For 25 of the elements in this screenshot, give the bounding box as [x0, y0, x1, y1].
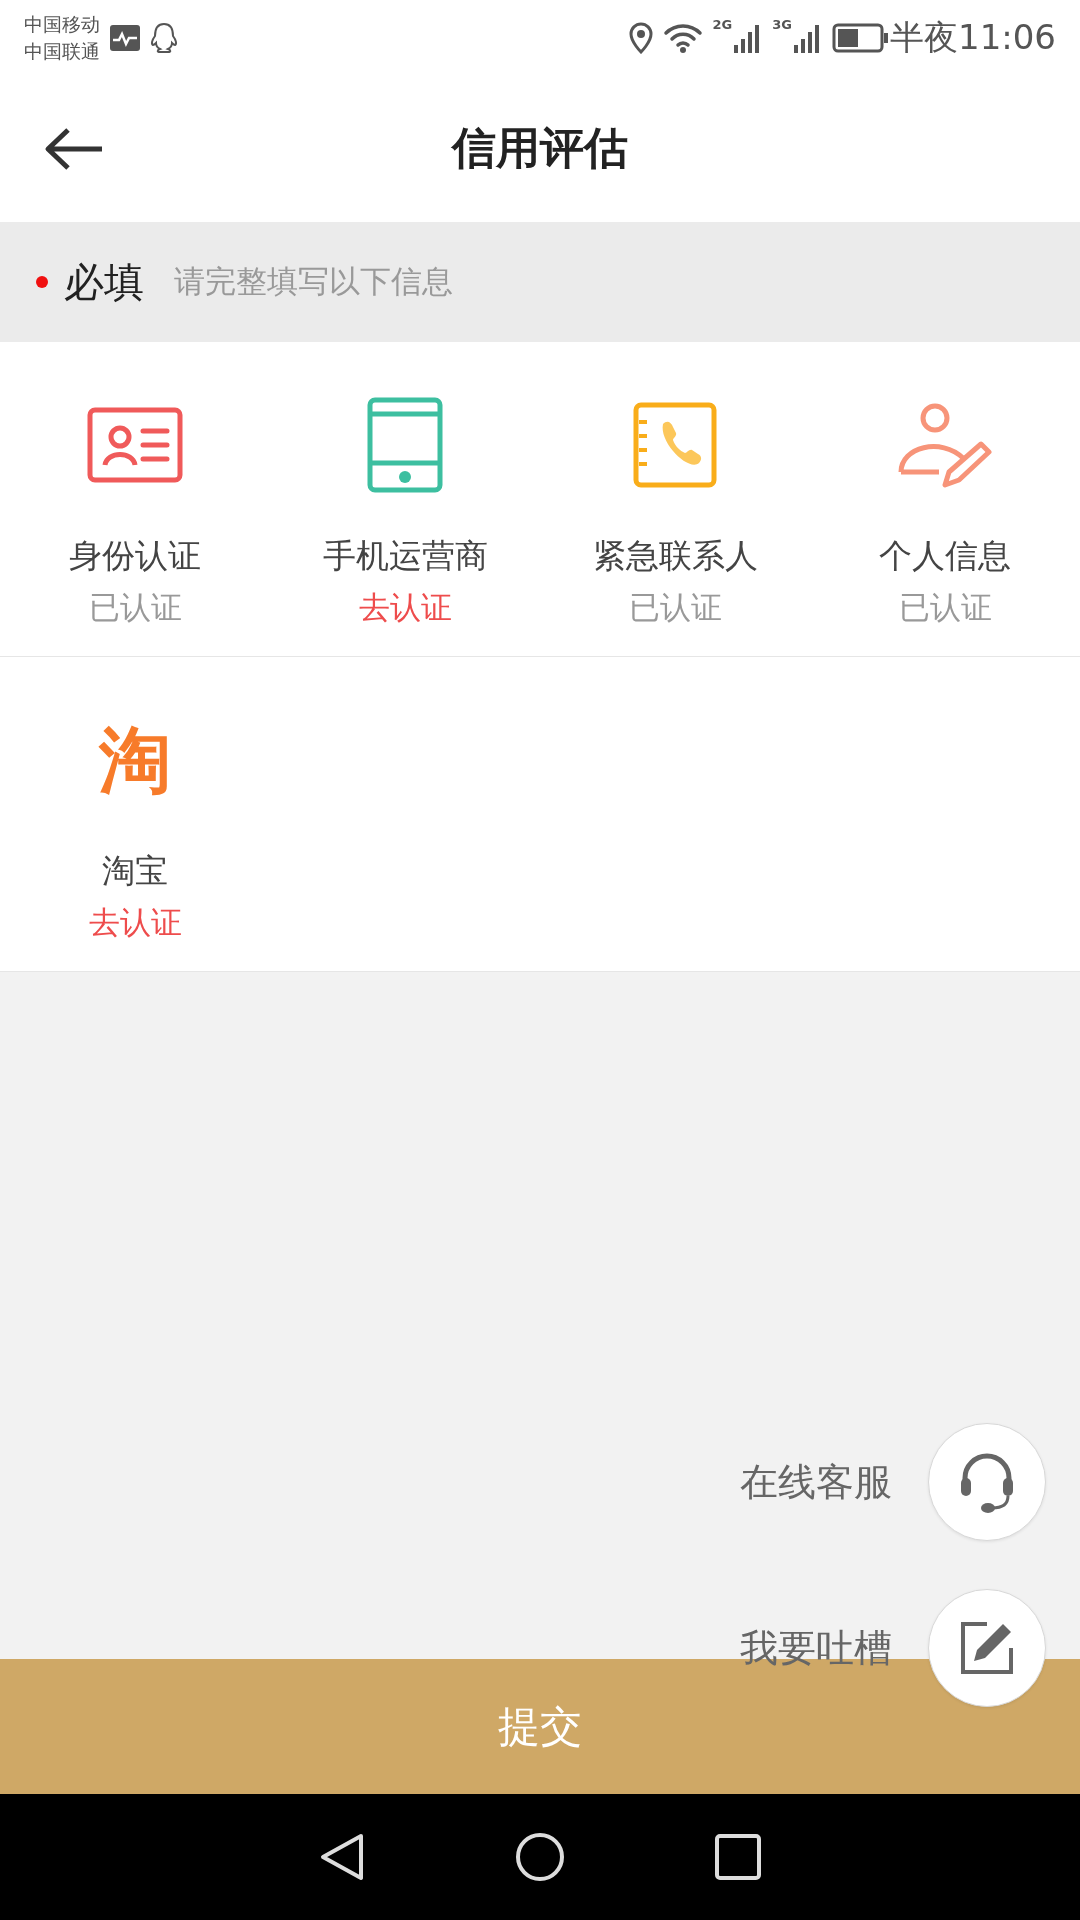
action-label: 在线客服	[740, 1458, 892, 1506]
clock-time: 半夜11:06	[890, 15, 1056, 59]
logo-text: 淘	[99, 724, 171, 796]
item-name: 个人信息	[879, 535, 1011, 577]
carrier-name: 中国移动	[24, 11, 100, 37]
carrier-name: 中国联通	[24, 38, 100, 64]
verification-status: 已认证	[898, 588, 992, 627]
network-type: 3G	[772, 16, 792, 32]
verification-status: 已认证	[88, 588, 182, 627]
hint-text: 请完整填写以下信息	[174, 262, 453, 301]
verification-item[interactable]: 个人信息 已认证	[810, 342, 1080, 656]
network-type: 2G	[712, 16, 733, 32]
verification-status: 去认证	[88, 903, 182, 942]
item-name: 手机运营商	[322, 535, 488, 577]
item-name: 淘宝	[102, 850, 168, 892]
item-name: 紧急联系人	[592, 535, 758, 577]
verification-status: 已认证	[628, 588, 722, 627]
item-name: 身份认证	[69, 535, 201, 577]
verification-status: 去认证	[358, 588, 452, 627]
verification-item[interactable]: 淘 淘宝 去认证	[0, 657, 270, 971]
verification-item[interactable]: 身份认证 已认证	[0, 342, 270, 656]
required-label: 必填	[64, 257, 144, 307]
verification-item[interactable]: 手机运营商 去认证	[270, 342, 540, 656]
verification-item[interactable]: 紧急联系人 已认证	[540, 342, 810, 656]
page-title: 信用评估	[452, 121, 628, 175]
